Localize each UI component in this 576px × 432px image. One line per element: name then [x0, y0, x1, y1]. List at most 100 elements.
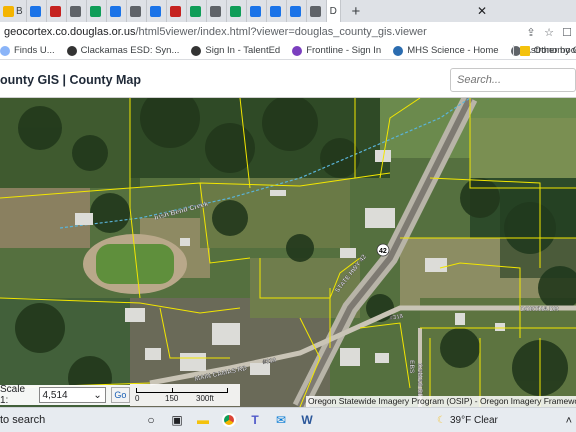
weather-widget[interactable]: ☾ 39°F Clear — [437, 408, 498, 432]
profile-icon[interactable]: ☐ — [558, 26, 576, 39]
browser-tab[interactable] — [47, 0, 67, 22]
chevron-up-icon[interactable]: ˄ — [566, 415, 572, 427]
chevron-down-icon: ⌄ — [93, 389, 102, 401]
tab-favicon-icon — [49, 5, 61, 17]
bookmark-favicon-icon — [191, 45, 202, 56]
scale-control: Scale 1: 4,514 ⌄ Go — [0, 384, 130, 406]
tab-favicon-icon — [3, 5, 14, 17]
other-bookmarks[interactable]: Other boo — [512, 45, 576, 56]
browser-tab[interactable] — [187, 0, 207, 22]
browser-tab[interactable] — [267, 0, 287, 22]
bookmark-label: Frontline - Sign In — [306, 45, 382, 56]
highway-shield: 42 — [376, 243, 390, 257]
map-attribution: Oregon Statewide Imagery Program (OSIP) … — [306, 396, 576, 407]
browser-tab[interactable] — [247, 0, 267, 22]
address-bar-actions: ⇪ ☆ ☐ — [522, 22, 576, 42]
close-tab-icon[interactable]: ✕ — [470, 0, 494, 22]
app-title: ounty GIS | County Map — [0, 73, 141, 87]
bookmark-label: Clackamas ESD: Syn... — [80, 45, 180, 56]
browser-tab[interactable] — [207, 0, 227, 22]
aerial-map[interactable]: Irish Bend Creek 42 STATE HWY 42 DORTHA … — [0, 98, 576, 407]
other-bookmarks-label: Other boo — [533, 45, 576, 56]
camas-rd-label: CAMAS RD — [416, 363, 423, 398]
bookmark-label: Sign In - TalentEd — [205, 45, 281, 56]
word-icon[interactable]: W — [296, 409, 318, 431]
tab-favicon-icon — [269, 5, 281, 17]
windows-taskbar: to search ○ ▣ ▬ T ✉ W ☾ 39°F Clear ˄ — [0, 407, 576, 432]
tab-favicon-icon — [229, 5, 241, 17]
tab-favicon-icon — [309, 5, 321, 17]
scale-tick-0: 0 — [135, 394, 140, 403]
active-browser-tab[interactable]: D — [326, 0, 341, 22]
map-search-input[interactable] — [450, 68, 576, 92]
browser-tab[interactable] — [87, 0, 107, 22]
ebs-label: EBS — [408, 360, 415, 374]
bookmark-item[interactable]: Clackamas ESD: Syn... — [66, 45, 180, 56]
browser-tab[interactable] — [167, 0, 187, 22]
bookmark-favicon-icon — [66, 45, 77, 56]
taskbar-search[interactable]: to search — [0, 414, 140, 426]
new-tab-button[interactable]: + — [345, 3, 367, 20]
tab-favicon-icon — [29, 5, 41, 17]
scale-tick-150: 150 — [165, 394, 179, 403]
address-bar[interactable]: geocortex.co.douglas.or.us/html5viewer/i… — [0, 22, 576, 42]
tab-favicon-icon — [209, 5, 221, 17]
bookmark-label: MHS Science - Home — [407, 45, 499, 56]
teams-icon[interactable]: T — [244, 409, 266, 431]
tab-label: B — [16, 5, 23, 17]
bookmark-item[interactable]: MHS Science - Home — [393, 45, 499, 56]
moon-icon: ☾ — [437, 415, 446, 426]
scale-bar: 0 150 300ft — [130, 384, 240, 406]
browser-tab[interactable] — [147, 0, 167, 22]
tab-favicon-icon — [129, 5, 141, 17]
mail-icon[interactable]: ✉ — [270, 409, 292, 431]
browser-tab[interactable]: B — [0, 0, 27, 22]
tab-favicon-icon — [89, 5, 101, 17]
weather-text: 39°F Clear — [449, 415, 498, 426]
browser-tab[interactable] — [107, 0, 127, 22]
system-tray: ˄ — [566, 408, 576, 432]
browser-tab[interactable] — [67, 0, 87, 22]
active-tab-label: D — [329, 5, 337, 17]
search-icon[interactable]: ○ — [140, 409, 162, 431]
tab-favicon-icon — [289, 5, 301, 17]
highway-shield-number: 42 — [379, 248, 387, 255]
tab-favicon-icon — [189, 5, 201, 17]
browser-tab[interactable] — [287, 0, 307, 22]
tab-favicon-icon — [69, 5, 81, 17]
bookmark-label: Finds U... — [14, 45, 55, 56]
scale-label: Scale 1: — [0, 384, 26, 406]
browser-tab[interactable] — [27, 0, 47, 22]
bookmark-favicon-icon — [292, 45, 303, 56]
bookmark-favicon-icon — [393, 45, 404, 56]
url-path: /html5viewer/index.html?viewer=douglas_c… — [135, 26, 427, 38]
share-icon[interactable]: ⇪ — [522, 26, 540, 39]
url-text[interactable]: geocortex.co.douglas.or.us/html5viewer/i… — [4, 26, 427, 38]
map-canvas[interactable]: Irish Bend Creek 42 STATE HWY 42 DORTHA … — [0, 98, 576, 407]
tab-favicon-icon — [109, 5, 121, 17]
bookmark-item[interactable]: Sign In - TalentEd — [191, 45, 280, 56]
scale-bar-midtick — [172, 388, 173, 393]
bookmark-star-icon[interactable]: ☆ — [540, 26, 558, 39]
tab-favicon-icon — [169, 5, 181, 17]
browser-tab[interactable] — [127, 0, 147, 22]
dortha-dr-label: DORTHA DR — [520, 306, 559, 313]
bookmarks-bar: Finds U... Clackamas ESD: Syn... Sign In -… — [0, 42, 576, 60]
scale-go-button[interactable]: Go — [110, 387, 130, 403]
scale-select[interactable]: 4,514 ⌄ — [38, 387, 106, 403]
browser-tab[interactable] — [307, 0, 327, 22]
url-host: geocortex.co.douglas.or.us — [4, 26, 136, 38]
scale-tick-300: 300ft — [196, 394, 214, 403]
bookmark-item[interactable]: Frontline - Sign In — [292, 45, 381, 56]
file-explorer-icon[interactable]: ▬ — [192, 409, 214, 431]
scale-value: 4,514 — [42, 389, 68, 401]
bookmark-favicon-icon — [0, 45, 10, 56]
browser-tab[interactable] — [227, 0, 247, 22]
scale-bar-line — [136, 388, 228, 393]
tab-favicon-icon — [249, 5, 261, 17]
folder-icon — [519, 45, 530, 56]
tab-favicon-icon — [149, 5, 161, 17]
task-view-icon[interactable]: ▣ — [166, 409, 188, 431]
chrome-icon[interactable] — [218, 409, 240, 431]
bookmark-item[interactable]: Finds U... — [0, 45, 55, 56]
